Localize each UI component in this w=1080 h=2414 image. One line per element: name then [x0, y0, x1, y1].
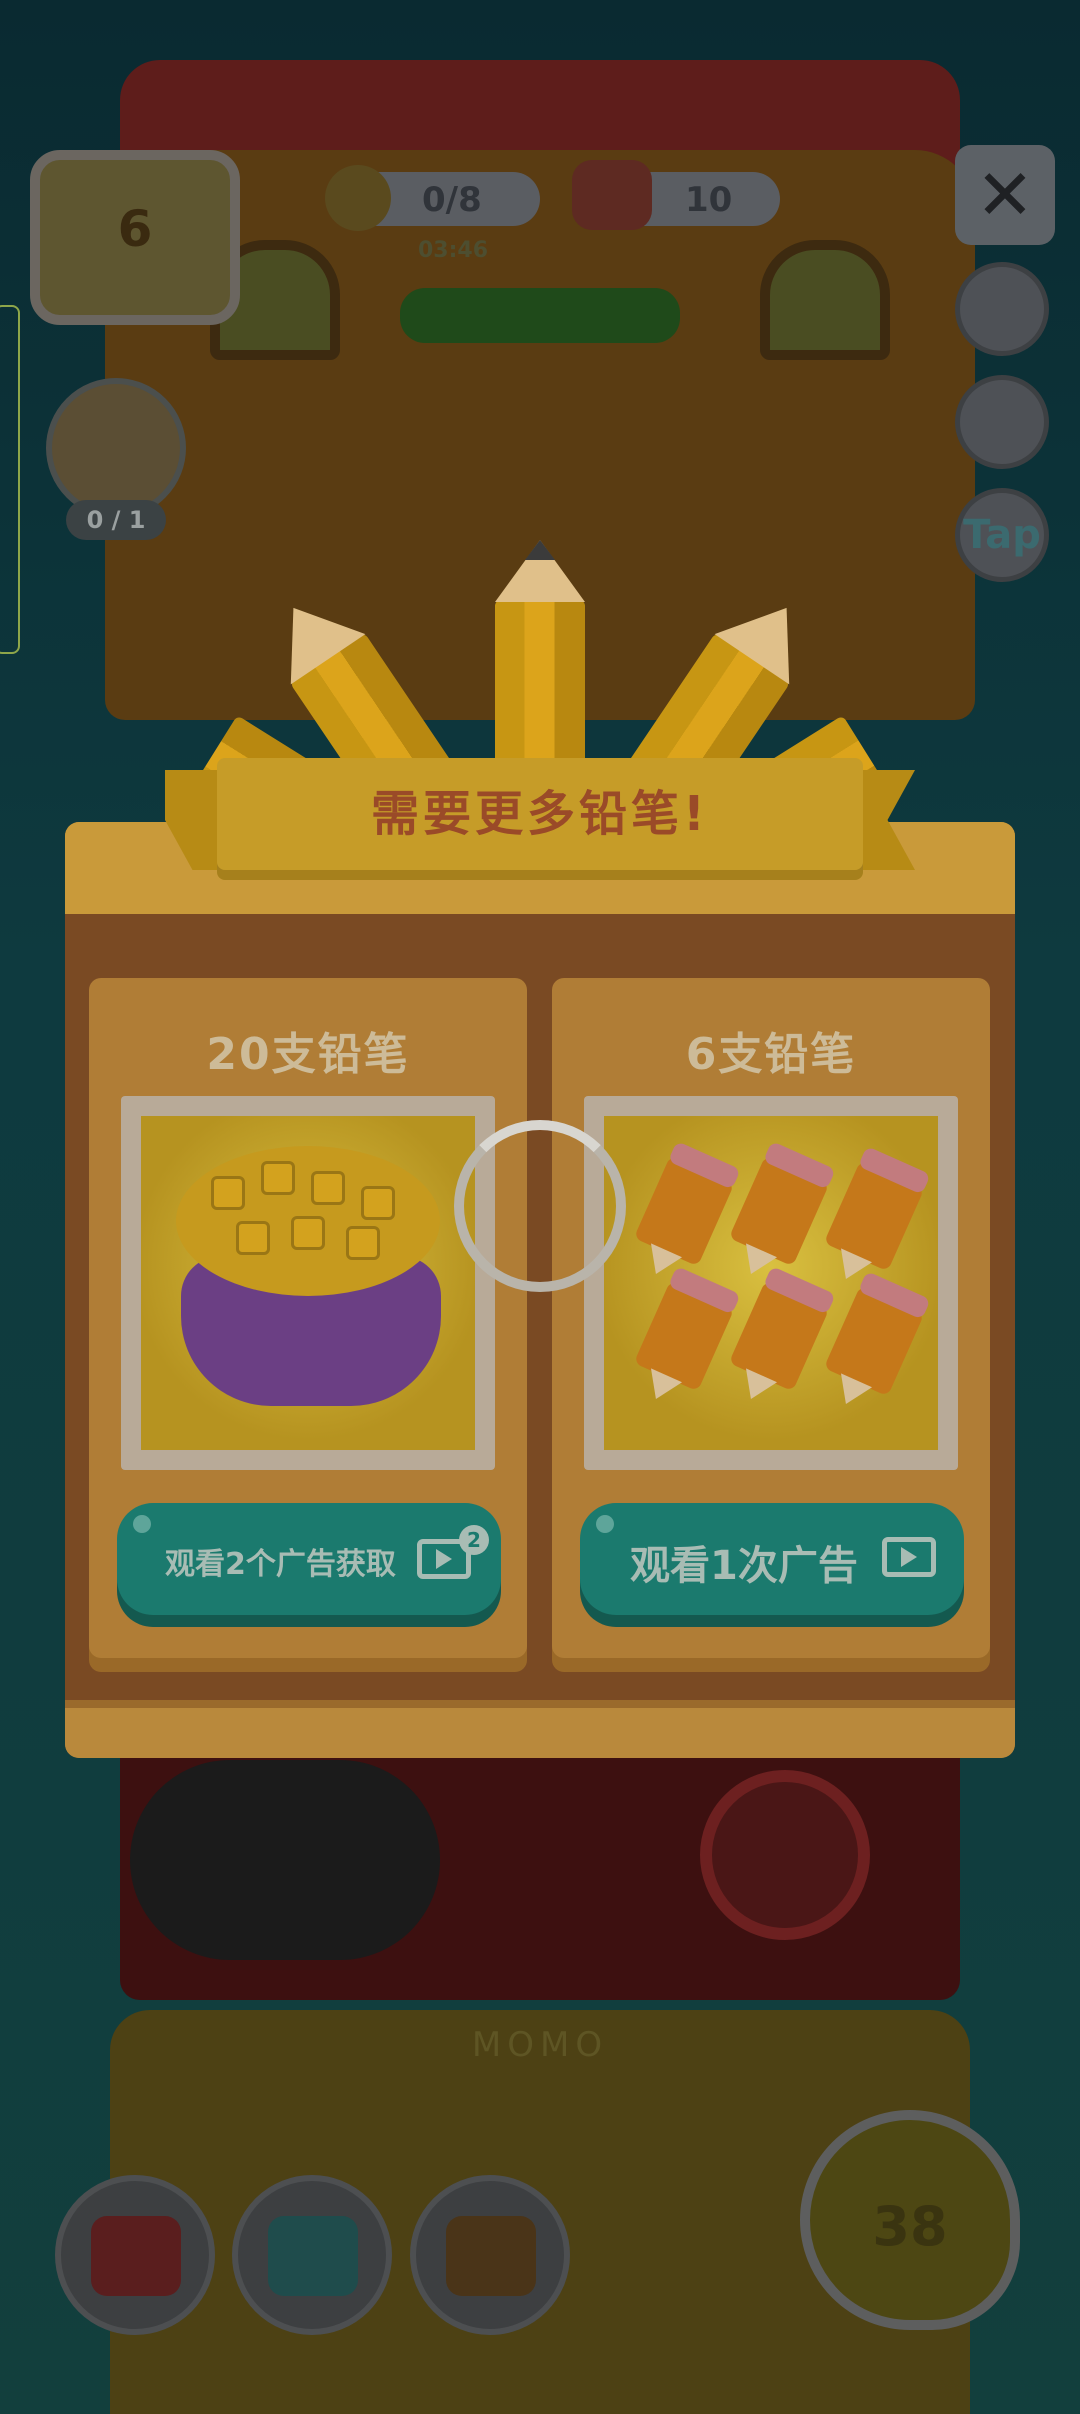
gallery-button[interactable] [410, 2175, 570, 2335]
video-play-icon [882, 1537, 936, 1577]
task-clipboard-icon[interactable] [46, 378, 186, 518]
six-pencils-icon [604, 1116, 938, 1450]
offer-title: 6支铅笔 [685, 1029, 857, 1080]
paw-book-icon [268, 2216, 358, 2296]
level-badge: 6 [30, 150, 240, 325]
watch-1-ad-label: 观看1次广告 [630, 1543, 858, 1589]
pencil-sack-icon [141, 1116, 475, 1450]
dialog-title-banner: 需要更多铅笔! [217, 758, 863, 870]
tap-label: Tap [963, 512, 1041, 558]
tap-button[interactable]: Tap [955, 488, 1049, 582]
ad-count-badge: 2 [459, 1525, 489, 1555]
pencil-icon [728, 1141, 836, 1281]
watch-1-ad-button[interactable]: 观看1次广告 [580, 1503, 964, 1615]
watch-2-ads-button[interactable]: 观看2个广告获取 2 [117, 1503, 501, 1615]
offer-image-frame [121, 1096, 495, 1470]
coin-can-icon [572, 160, 652, 230]
pawbook-button[interactable] [232, 2175, 392, 2335]
storm-cloud-decoration [130, 1760, 440, 1960]
task-progress: 0 / 1 [66, 500, 166, 540]
dialog-title: 需要更多铅笔! [371, 786, 709, 842]
window-planter [400, 288, 680, 343]
armchair-icon [91, 2216, 181, 2296]
pencil-count: 0/8 [422, 180, 482, 220]
offer-title: 20支铅笔 [206, 1029, 410, 1080]
picture-frame-icon [446, 2216, 536, 2296]
close-button[interactable]: ✕ [955, 145, 1055, 245]
button-shine [596, 1515, 614, 1533]
offer-card-6-pencils: 6支铅笔 观看1次广告 [552, 978, 990, 1658]
level-number: 6 [117, 200, 153, 258]
coin-count: 10 [685, 180, 733, 220]
pencil-icon [823, 1146, 931, 1286]
loading-spinner-icon [454, 1120, 626, 1292]
offer-card-20-pencils: 20支铅笔 观看2个广告获取 2 [89, 978, 527, 1658]
score-badge[interactable]: 38 [800, 2110, 1020, 2330]
pencil-icon [633, 1141, 741, 1281]
refill-timer: 03:46 [418, 238, 489, 263]
dialog-footer [65, 1700, 1015, 1758]
drum-kit-decoration [700, 1770, 870, 1940]
pencil-icon [633, 1266, 741, 1406]
pencil-icon [728, 1266, 836, 1406]
offer-image-frame [584, 1096, 958, 1470]
furniture-button[interactable] [55, 2175, 215, 2335]
meat-reward-button[interactable] [955, 262, 1049, 356]
pencil-icon [823, 1271, 931, 1411]
house-sign: MOMO [471, 2025, 609, 2065]
watch-2-ads-label: 观看2个广告获取 [165, 1547, 396, 1582]
score-value: 38 [872, 2195, 948, 2258]
pencil-icon [325, 165, 391, 231]
house-window-right [760, 240, 890, 360]
side-panel-edge[interactable] [0, 305, 20, 654]
button-shine [133, 1515, 151, 1533]
close-icon: ✕ [975, 154, 1035, 236]
heart-mail-button[interactable] [955, 375, 1049, 469]
